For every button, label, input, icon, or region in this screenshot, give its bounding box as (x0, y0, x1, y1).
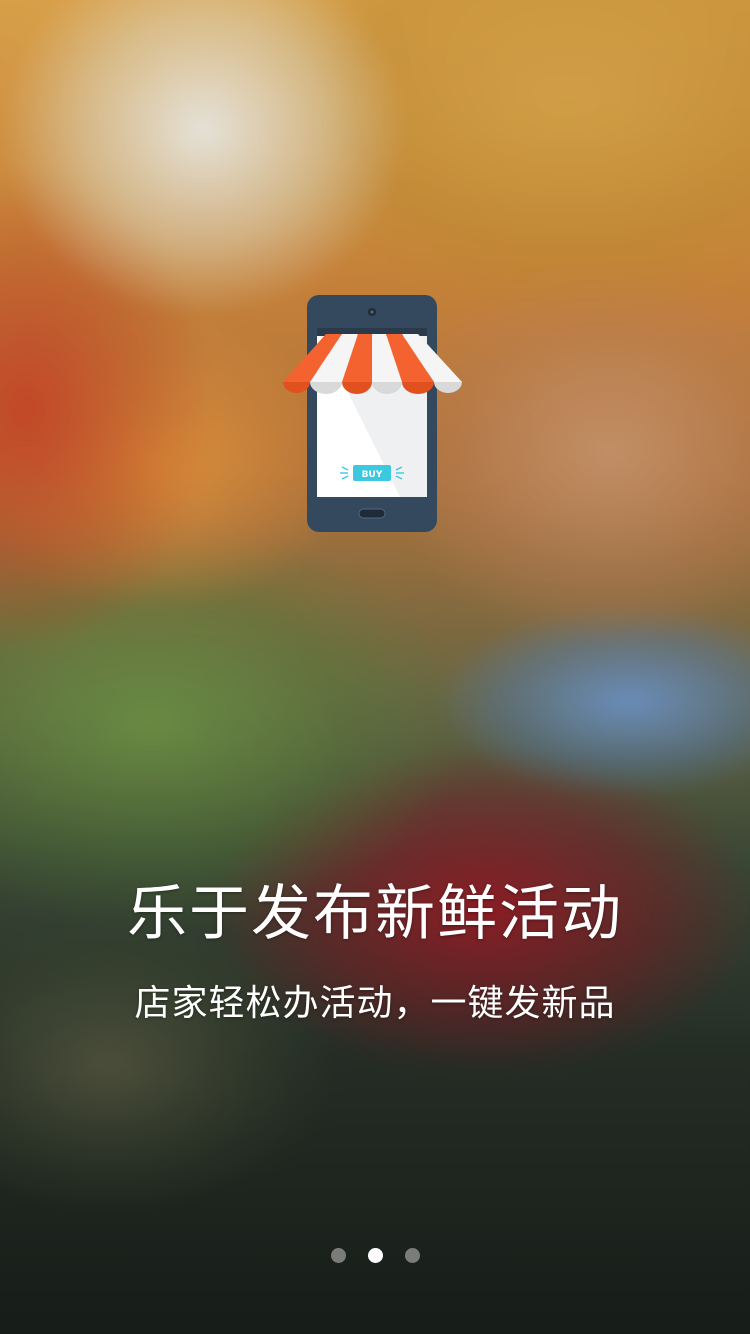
page-dot-2[interactable] (367, 1247, 383, 1263)
page-dot-3[interactable] (404, 1247, 420, 1263)
page-dot-1[interactable] (330, 1247, 346, 1263)
buy-label: BUY (362, 470, 383, 480)
onboarding-screen: BUY 乐于发布新鲜活动 店家轻松办活动，一键发新品 (0, 0, 750, 1334)
onboarding-headline: 乐于发布新鲜活动 (127, 879, 623, 949)
onboarding-subline: 店家轻松办活动，一键发新品 (134, 983, 616, 1024)
background-overlay (0, 0, 750, 1334)
page-indicator (0, 1246, 750, 1264)
mobile-shop-icon: BUY (283, 295, 462, 532)
home-button-icon (358, 508, 386, 519)
